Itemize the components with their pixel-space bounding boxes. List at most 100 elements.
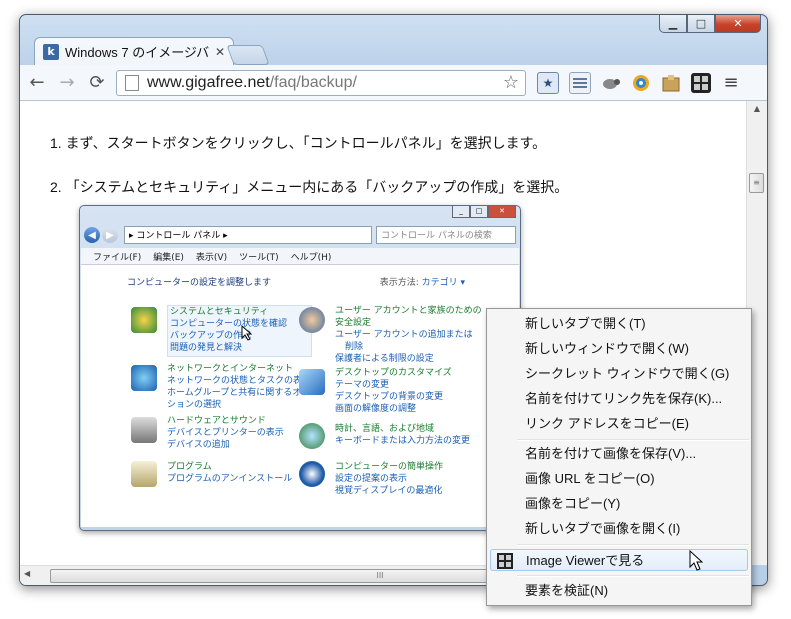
menu-icon[interactable]: ≡: [721, 72, 741, 93]
cp-cat-link: 削除: [345, 342, 364, 352]
menu-item-copy-link-address[interactable]: リンク アドレスをコピー(E): [487, 413, 751, 435]
scroll-up-icon[interactable]: ▲: [747, 101, 767, 117]
cp-cat-link: ネットワークの状態とタスクの表示: [167, 376, 312, 386]
cp-body: コンピューターの設定を調整します 表示方法: カテゴリ ▾ システムとセキュリテ…: [81, 265, 519, 527]
menu-item-save-link-as[interactable]: 名前を付けてリンク先を保存(K)...: [487, 388, 751, 410]
close-button[interactable]: ✕: [715, 15, 761, 33]
package-icon[interactable]: [661, 73, 681, 93]
cp-heading: コンピューターの設定を調整します: [127, 278, 272, 288]
context-menu: 新しいタブで開く(T) 新しいウィンドウで開く(W) シークレット ウィンドウで…: [486, 308, 752, 606]
cp-cat-link: キーボードまたは入力方法の変更: [335, 436, 471, 446]
menu-item-inspect-element[interactable]: 要素を検証(N): [487, 580, 751, 602]
url-text[interactable]: www.gigafree.net/faq/backup/: [147, 74, 503, 92]
mouse-cursor-icon: [689, 550, 703, 571]
scroll-left-icon[interactable]: ◀: [24, 569, 30, 578]
desktop-monitor-icon: [299, 369, 325, 395]
bookmark-manager-icon[interactable]: ★: [537, 71, 559, 94]
cp-cat-link: デバイスとプリンターの表示: [167, 428, 284, 438]
extension-icons: ★ ≡: [532, 71, 746, 94]
cp-view-label: 表示方法:: [379, 278, 419, 288]
cp-cat-title: ユーザー アカウントと家族のための: [335, 306, 482, 316]
cp-menu-view: 表示(V): [195, 252, 228, 263]
cp-cat-link: ホームグループと共有に関するオプ: [167, 388, 311, 398]
menu-item-open-new-tab[interactable]: 新しいタブで開く(T): [487, 313, 751, 335]
cp-cat-network: ネットワークとインターネット ネットワークの状態とタスクの表示 ホームグループと…: [167, 363, 311, 411]
cp-path: ▸ コントロール パネル ▸: [124, 226, 372, 244]
cp-window-controls: _ □ ✕: [452, 206, 516, 218]
menu-item-copy-image-url[interactable]: 画像 URL をコピー(O): [487, 468, 751, 490]
forward-button[interactable]: →: [54, 70, 80, 96]
menu-item-open-image-new-tab[interactable]: 新しいタブで画像を開く(I): [487, 518, 751, 540]
printer-icon: [131, 417, 157, 443]
tab-list-icon[interactable]: [569, 71, 591, 94]
cp-cat-link: 問題の発見と解決: [170, 343, 243, 353]
minimize-button[interactable]: ▁: [659, 15, 687, 33]
menu-item-open-new-window[interactable]: 新しいウィンドウで開く(W): [487, 338, 751, 360]
cp-cat-title: コンピューターの簡単操作: [335, 462, 444, 472]
page-icon: [125, 74, 139, 91]
browser-tab[interactable]: k Windows 7 のイメージバ ✕: [34, 37, 234, 65]
menu-separator: [517, 544, 749, 546]
cp-cat-title: ハードウェアとサウンド: [167, 416, 266, 426]
image-viewer-icon[interactable]: [691, 72, 711, 93]
menu-item-save-image-as[interactable]: 名前を付けて画像を保存(V)...: [487, 443, 751, 465]
cp-cat-clock: 時計、言語、および地域 キーボードまたは入力方法の変更: [335, 423, 470, 447]
cp-search: コントロール パネルの検索: [376, 226, 516, 244]
cp-cat-title: 時計、言語、および地域: [335, 424, 435, 434]
cp-cat-link: コンピューターの状態を確認: [170, 319, 288, 329]
cp-cat-link: 保護者による制限の設定: [335, 354, 434, 364]
menu-item-image-viewer[interactable]: Image Viewerで見る: [490, 549, 748, 571]
cp-menu-edit: 編集(E): [153, 252, 184, 263]
cp-cat-link: ションの選択: [167, 400, 222, 410]
reload-button[interactable]: ⟳: [84, 70, 110, 96]
cp-cat-link: プログラムのアンインストール: [167, 474, 293, 484]
cp-cat-link: テーマの変更: [335, 380, 390, 390]
menu-item-open-incognito[interactable]: シークレット ウィンドウで開く(G): [487, 363, 751, 385]
cp-cat-link: ユーザー アカウントの追加または: [335, 330, 473, 340]
cp-minimize-icon: _: [452, 206, 470, 218]
cp-cat-link: 画面の解像度の調整: [335, 404, 417, 414]
menu-item-label: Image Viewerで見る: [526, 553, 645, 568]
url-path: /faq/backup/: [269, 73, 357, 91]
cp-maximize-icon: □: [470, 206, 488, 218]
cp-cat-title: プログラム: [167, 462, 212, 472]
control-panel-screenshot[interactable]: _ □ ✕ ◀ ▶ ▸ コントロール パネル ▸ コントロール パネルの検索 フ…: [79, 205, 521, 531]
cp-cat-ease-of-access: コンピューターの簡単操作 設定の提案の表示 視覚ディスプレイの最適化: [335, 461, 443, 497]
cp-cat-link: 視覚ディスプレイの最適化: [335, 486, 443, 496]
cp-cat-link: バックアップの作成: [170, 331, 252, 341]
back-button[interactable]: ←: [24, 70, 50, 96]
cp-menu-help: ヘルプ(H): [290, 252, 332, 263]
cp-close-icon: ✕: [488, 206, 516, 218]
image-viewer-icon: [497, 553, 513, 569]
cp-cat-link: 設定の提案の表示: [335, 474, 408, 484]
bookmark-star-icon[interactable]: ☆: [503, 72, 519, 93]
menu-separator: [517, 439, 749, 441]
address-bar[interactable]: www.gigafree.net/faq/backup/ ☆: [116, 69, 526, 96]
cp-forward-icon: ▶: [102, 227, 118, 243]
cp-cat-desktop: デスクトップのカスタマイズ テーマの変更 デスクトップの背景の変更 画面の解像度…: [335, 367, 452, 415]
programs-icon: [131, 461, 157, 487]
cp-menu-tools: ツール(T): [239, 252, 279, 263]
tab-title: Windows 7 のイメージバ: [65, 45, 210, 60]
security-shield-icon: [131, 307, 157, 333]
tab-close-icon[interactable]: ✕: [215, 45, 225, 59]
step-2-text: 2. 「システムとセキュリティ」メニュー内にある「バックアップの作成」を選択。: [50, 179, 569, 195]
ease-of-access-icon: [299, 461, 325, 487]
gear-extension-icon[interactable]: [631, 73, 651, 93]
maximize-button[interactable]: □: [687, 15, 715, 33]
cp-cursor-icon: [241, 325, 253, 341]
cow-icon[interactable]: [601, 73, 621, 93]
new-tab-button[interactable]: [226, 45, 270, 65]
users-icon: [299, 307, 325, 333]
cp-cat-title: システムとセキュリティ: [170, 307, 269, 317]
cp-cat-user-accounts: ユーザー アカウントと家族のための 安全設定 ユーザー アカウントの追加または …: [335, 305, 482, 365]
cp-cat-system-security: システムとセキュリティ コンピューターの状態を確認 バックアップの作成 問題の発…: [167, 305, 313, 357]
cp-cat-hardware: ハードウェアとサウンド デバイスとプリンターの表示 デバイスの追加: [167, 415, 284, 451]
step-1-text: 1. まず、スタートボタンをクリックし、「コントロールパネル」を選択します。: [50, 135, 547, 151]
cp-view-value: カテゴリ ▾: [421, 278, 465, 288]
cp-cat-title: ネットワークとインターネット: [167, 364, 294, 374]
cp-address-row: ◀ ▶ ▸ コントロール パネル ▸ コントロール パネルの検索: [84, 224, 516, 246]
menu-item-copy-image[interactable]: 画像をコピー(Y): [487, 493, 751, 515]
page-favicon-icon: k: [43, 43, 59, 60]
vertical-scroll-thumb[interactable]: ≡: [749, 173, 764, 193]
